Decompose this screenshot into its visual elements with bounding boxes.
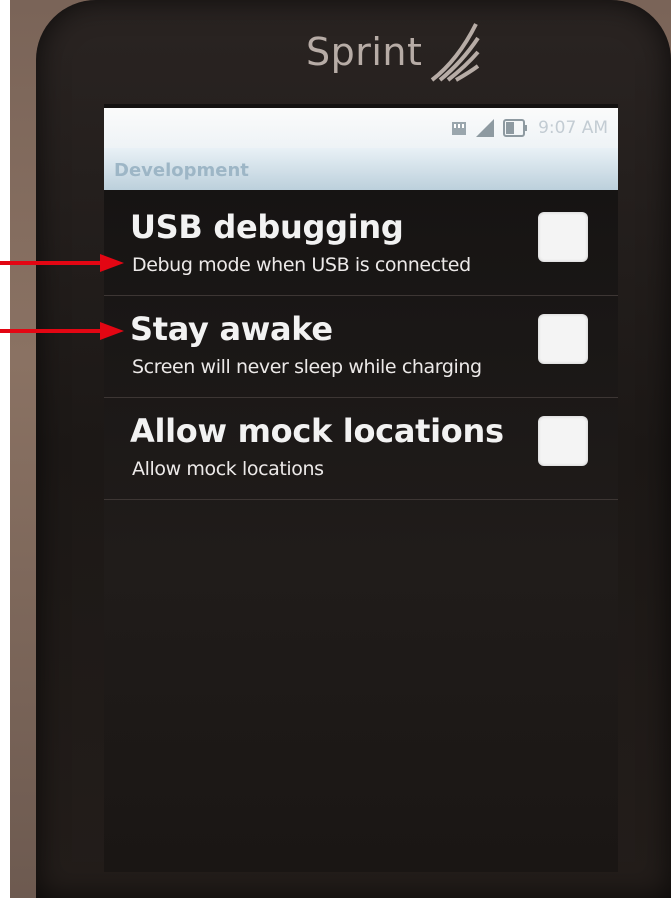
pref-title: Stay awake (130, 310, 333, 348)
status-bar: 9:07 AM (104, 108, 618, 148)
pref-summary: Screen will never sleep while charging (132, 356, 482, 378)
preference-list: USB debugging Debug mode when USB is con… (104, 194, 618, 500)
phone-screen: 9:07 AM Development USB debugging Debug … (104, 104, 618, 872)
status-time: 9:07 AM (538, 118, 608, 138)
battery-icon (502, 117, 528, 139)
pref-stay-awake[interactable]: Stay awake Screen will never sleep while… (104, 296, 618, 398)
annotation-arrow-icon (0, 320, 126, 342)
sd-card-icon (450, 119, 468, 137)
carrier-name: Sprint (306, 30, 423, 74)
stay-awake-checkbox[interactable] (538, 314, 588, 364)
pref-allow-mock-locations[interactable]: Allow mock locations Allow mock location… (104, 398, 618, 500)
pref-usb-debugging[interactable]: USB debugging Debug mode when USB is con… (104, 194, 618, 296)
pref-title: USB debugging (130, 208, 404, 246)
annotation-arrow-icon (0, 252, 126, 274)
signal-icon (474, 117, 496, 139)
carrier-logo: Sprint (306, 20, 481, 84)
sprint-wing-icon (428, 20, 481, 84)
mock-locations-checkbox[interactable] (538, 416, 588, 466)
usb-debugging-checkbox[interactable] (538, 212, 588, 262)
pref-title: Allow mock locations (130, 412, 504, 450)
title-bar: Development (104, 148, 618, 190)
pref-summary: Allow mock locations (132, 458, 324, 480)
page-title: Development (114, 160, 249, 181)
pref-summary: Debug mode when USB is connected (132, 254, 471, 276)
